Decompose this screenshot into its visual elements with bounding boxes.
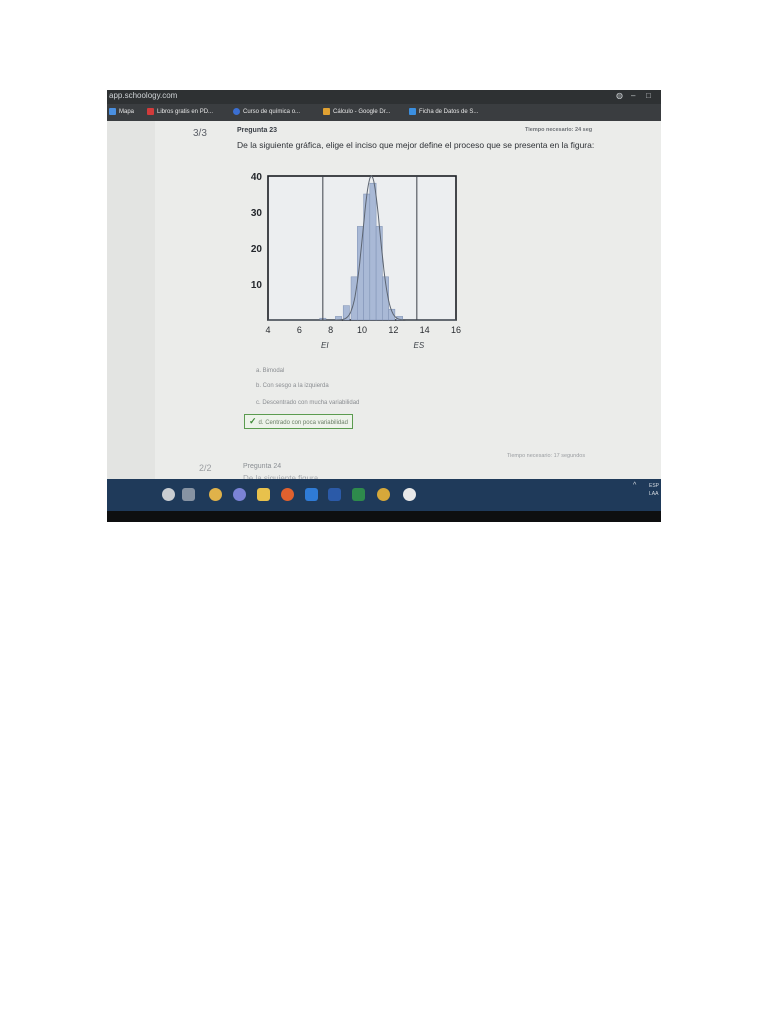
book-icon [147, 108, 154, 115]
chevron-up-icon[interactable]: ^ [633, 482, 636, 489]
reference-label-ei: EI [321, 341, 329, 350]
question-23-time: Tiempo necesario: 24 seg [525, 127, 593, 133]
address-bar[interactable]: app.schoology.com ◍ – □ [107, 90, 661, 104]
y-tick-label-0: 10 [251, 280, 263, 291]
question-23-text: De la siguiente gráfica, elige el inciso… [237, 140, 595, 150]
language-indicator[interactable]: ESP LAA [649, 482, 661, 498]
option-c[interactable]: c. Descentrado con mucha variabilidad [256, 400, 359, 406]
bookmark-label: Ficha de Datos de S... [419, 108, 479, 115]
histogram-bar-7 [375, 226, 383, 321]
question-24-score: 2/2 [199, 463, 212, 473]
outlook-icon[interactable] [305, 488, 318, 501]
teams-icon[interactable] [233, 488, 246, 501]
y-tick-label-3: 40 [251, 173, 263, 183]
bookmark-label: Cálculo - Google Dr... [333, 108, 391, 115]
x-tick-label-3: 10 [357, 325, 367, 335]
course-icon [233, 108, 240, 115]
url-text: app.schoology.com [109, 91, 178, 100]
question-23-label: Pregunta 23 [237, 127, 278, 134]
histogram-bar-6 [369, 182, 377, 321]
x-tick-label-6: 16 [451, 325, 461, 335]
bookmark-curso[interactable]: Curso de química o... [233, 108, 300, 115]
question-23-score: 3/3 [193, 128, 207, 139]
bookmark-label: Curso de química o... [243, 108, 301, 115]
bookmark-label: Libros gratis en PD... [157, 108, 214, 115]
option-b[interactable]: b. Con sesgo a la izquierda [256, 383, 329, 389]
taskbar: ^ ESP LAA [107, 479, 661, 511]
side-band [107, 121, 155, 479]
firefox-icon[interactable] [281, 488, 294, 501]
files-icon[interactable] [257, 488, 270, 501]
extension-icon[interactable]: ◍ [616, 91, 623, 100]
bookmark-mapa[interactable]: Mapa [109, 108, 134, 115]
excel-icon[interactable] [352, 488, 365, 501]
quiz-content: 3/3 Pregunta 23 Tiempo necesario: 24 seg… [107, 121, 661, 483]
x-tick-label-1: 6 [297, 325, 302, 335]
x-tick-label-4: 12 [388, 325, 398, 335]
option-a[interactable]: a. Bimodal [256, 368, 284, 374]
option-d-label: d. Centrado con poca variabilidad [258, 420, 348, 426]
sheet-icon [409, 108, 416, 115]
weather-icon[interactable] [209, 488, 222, 501]
map-icon [109, 108, 116, 115]
bookmark-ficha[interactable]: Ficha de Datos de S... [409, 108, 478, 115]
taskview-icon[interactable] [182, 488, 195, 501]
timer-icon[interactable] [403, 488, 416, 501]
bookmark-label: Mapa [119, 108, 135, 115]
question-24-time: Tiempo necesario: 17 segundos [507, 453, 586, 459]
bookmark-calculo[interactable]: Cálculo - Google Dr... [323, 108, 390, 115]
monitor-bezel [107, 511, 661, 522]
x-tick-label-0: 4 [265, 325, 270, 335]
x-tick-label-2: 8 [328, 325, 333, 335]
option-d-correct[interactable]: ✓ d. Centrado con poca variabilidad [244, 414, 353, 429]
chrome-icon[interactable] [377, 488, 390, 501]
reference-label-es: ES [413, 341, 424, 350]
histogram-chart: EI ES 10 20 30 40 4 6 8 10 12 14 16 [251, 173, 461, 350]
start-icon[interactable] [162, 488, 175, 501]
bookmarks-bar: Mapa Libros gratis en PD... Curso de quí… [107, 104, 661, 121]
bookmark-libros[interactable]: Libros gratis en PD... [147, 108, 213, 115]
y-tick-label-1: 20 [251, 244, 263, 255]
check-icon: ✓ [249, 416, 257, 426]
drive-icon [323, 108, 330, 115]
question-24-label: Pregunta 24 [243, 463, 282, 470]
photo-screen: app.schoology.com ◍ – □ Mapa Libros grat… [107, 90, 661, 522]
y-tick-label-2: 30 [251, 208, 263, 219]
word-icon[interactable] [328, 488, 341, 501]
minimize-icon[interactable]: – [631, 91, 635, 100]
window-controls-icon[interactable]: □ [646, 91, 651, 100]
x-tick-label-5: 14 [420, 325, 430, 335]
